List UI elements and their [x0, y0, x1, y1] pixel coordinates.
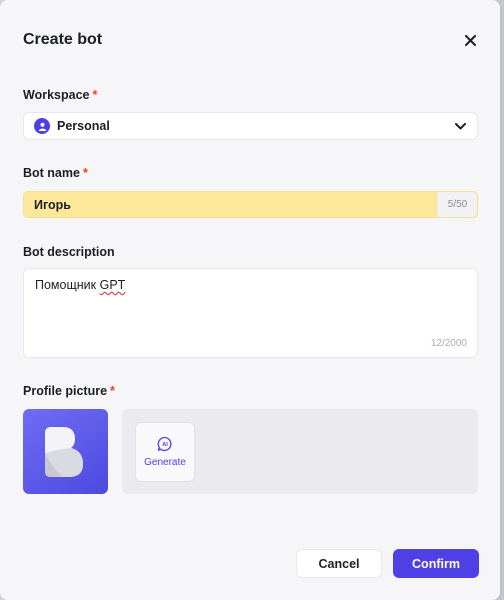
- workspace-select-value: Personal: [57, 119, 110, 133]
- dialog-title: Create bot: [23, 31, 103, 48]
- workspace-label: Workspace *: [23, 88, 98, 102]
- bot-name-counter: 5/50: [437, 192, 477, 217]
- svg-text:AI: AI: [162, 442, 168, 448]
- bot-description-textarea[interactable]: Помощник GPT 12/2000: [23, 268, 478, 358]
- bot-description-counter: 12/2000: [430, 338, 467, 349]
- generate-button[interactable]: AI Generate: [135, 422, 195, 482]
- generate-label: Generate: [144, 457, 186, 468]
- bot-name-value[interactable]: Игорь: [24, 198, 437, 212]
- user-icon: [34, 118, 50, 134]
- bot-logo-icon: [45, 427, 83, 477]
- create-bot-dialog: Create bot Workspace * Personal Bot name *…: [0, 0, 500, 600]
- required-mark: *: [92, 88, 98, 102]
- profile-picture-label: Profile picture *: [23, 384, 115, 398]
- cancel-button[interactable]: Cancel: [296, 549, 382, 578]
- profile-picture-preview[interactable]: [23, 409, 108, 494]
- bot-name-label: Bot name *: [23, 166, 88, 180]
- dialog-header: Create bot: [23, 30, 480, 50]
- bot-name-input[interactable]: Игорь 5/50: [23, 191, 478, 218]
- required-mark: *: [82, 166, 88, 180]
- workspace-select[interactable]: Personal: [23, 112, 478, 140]
- generate-area: AI Generate: [122, 409, 478, 494]
- chevron-down-icon: [453, 119, 467, 133]
- bot-description-label: Bot description: [23, 245, 115, 259]
- close-icon: [464, 34, 476, 46]
- bot-description-value[interactable]: Помощник GPT: [35, 278, 125, 292]
- close-button[interactable]: [460, 30, 480, 50]
- ai-sparkle-icon: AI: [157, 436, 172, 452]
- confirm-button[interactable]: Confirm: [393, 549, 479, 578]
- required-mark: *: [110, 384, 115, 398]
- misspelled-word: GPT: [99, 278, 126, 292]
